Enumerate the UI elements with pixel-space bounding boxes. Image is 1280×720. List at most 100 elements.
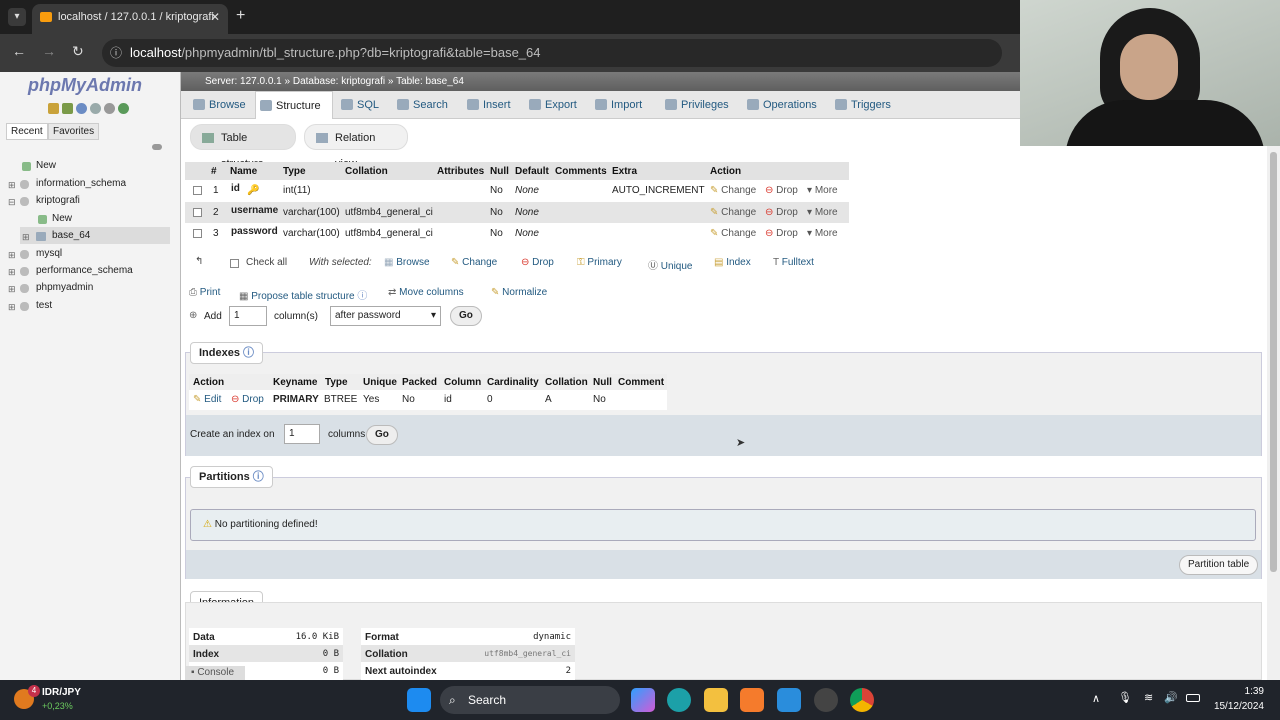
file-explorer-icon[interactable] (704, 688, 728, 712)
pma-logo[interactable]: phpMyAdmin (28, 75, 142, 96)
create-index-go-button[interactable]: Go (366, 425, 398, 445)
url-input[interactable]: ⓘ localhost/phpmyadmin/tbl_structure.php… (102, 39, 1002, 67)
drop-button[interactable]: ⊖ Drop (765, 207, 798, 218)
tree-test[interactable]: ⊞ test (8, 298, 52, 314)
page-scrollbar[interactable] (1267, 146, 1280, 680)
tree-base-64[interactable]: ⊞ base_64 (22, 228, 90, 244)
reload-icon[interactable]: ↻ (72, 43, 84, 60)
row-checkbox[interactable] (193, 229, 202, 238)
create-index-count-input[interactable]: 1 (284, 424, 320, 444)
expand-icon[interactable]: ⊞ (8, 177, 16, 193)
help-icon[interactable]: ⓘ (357, 291, 367, 302)
bulk-drop-button[interactable]: ⊖ Drop (521, 257, 554, 268)
column-name[interactable]: username (231, 205, 278, 216)
battery-icon[interactable] (1186, 694, 1200, 702)
index-edit-button[interactable]: ✎ Edit (193, 394, 221, 405)
more-dropdown[interactable]: ▾ More (807, 185, 838, 196)
tab-import[interactable]: Import (591, 91, 653, 119)
xampp-icon[interactable] (740, 688, 764, 712)
forward-icon[interactable]: → (42, 43, 56, 59)
site-info-icon[interactable]: ⓘ (110, 39, 122, 67)
check-all-label[interactable]: Check all (246, 257, 287, 268)
tab-browse[interactable]: Browse (189, 91, 255, 119)
normalize-link[interactable]: ✎ Normalize (491, 287, 547, 298)
move-columns-link[interactable]: ⇄ Move columns (388, 287, 464, 298)
tab-search[interactable]: Search (393, 91, 459, 119)
index-drop-button[interactable]: ⊖ Drop (231, 394, 264, 405)
check-all-checkbox[interactable] (230, 259, 239, 268)
console-toggle[interactable]: ▪ Console (185, 666, 245, 680)
reload-nav-icon[interactable] (118, 103, 129, 114)
partition-table-button[interactable]: Partition table (1179, 555, 1259, 575)
change-button[interactable]: ✎ Change (710, 228, 756, 239)
weather-widget[interactable]: 4 IDR/JPY +0,23% (14, 685, 134, 715)
propose-structure-link[interactable]: ▦ Propose table structure ⓘ (239, 287, 367, 302)
tab-structure[interactable]: Structure (255, 91, 333, 119)
tab-favorites[interactable]: Favorites (48, 123, 100, 140)
help-icon[interactable]: ⓘ (243, 347, 254, 359)
clock-date[interactable]: 15/12/2024 (1214, 701, 1264, 712)
tree-kriptografi-new[interactable]: New (38, 211, 72, 227)
row-checkbox[interactable] (193, 186, 202, 195)
expand-icon[interactable]: ⊞ (22, 229, 30, 245)
browser-tab[interactable]: localhost / 127.0.0.1 / kriptografi ✕ (32, 4, 228, 34)
close-tab-icon[interactable]: ✕ (210, 4, 220, 30)
tab-recent[interactable]: Recent (6, 123, 48, 140)
tab-operations[interactable]: Operations (743, 91, 827, 119)
tab-triggers[interactable]: Triggers (831, 91, 901, 119)
tree-information-schema[interactable]: ⊞ information_schema (8, 176, 126, 192)
change-button[interactable]: ✎ Change (710, 185, 756, 196)
chrome-icon[interactable] (850, 688, 874, 712)
copilot-icon[interactable] (631, 688, 655, 712)
subtab-relation-view[interactable]: Relation view (304, 124, 408, 170)
home-icon[interactable] (48, 103, 59, 114)
tree-phpmyadmin[interactable]: ⊞ phpmyadmin (8, 280, 93, 296)
subtab-table-structure[interactable]: Table structure (190, 124, 296, 170)
help-icon[interactable]: ⓘ (253, 471, 264, 483)
more-dropdown[interactable]: ▾ More (807, 228, 838, 239)
tab-sql[interactable]: SQL (337, 91, 389, 119)
collapse-link-icon[interactable] (152, 144, 162, 150)
wifi-icon[interactable]: ≋ (1144, 691, 1153, 704)
column-position-select[interactable]: after password ▾ (330, 306, 441, 326)
vscode-icon[interactable] (777, 688, 801, 712)
print-link[interactable]: ⎙ Print (189, 287, 220, 298)
tray-chevron-icon[interactable]: ∧ (1092, 692, 1100, 705)
edge-icon[interactable] (667, 688, 691, 712)
expand-icon[interactable]: ⊞ (8, 264, 16, 280)
more-dropdown[interactable]: ▾ More (807, 207, 838, 218)
expand-icon[interactable]: ⊞ (8, 281, 16, 297)
browser-app-icon[interactable] (814, 688, 838, 712)
breadcrumb-server[interactable]: Server: 127.0.0.1 (205, 76, 282, 87)
drop-button[interactable]: ⊖ Drop (765, 228, 798, 239)
start-icon[interactable] (407, 688, 431, 712)
tab-export[interactable]: Export (525, 91, 587, 119)
tree-new[interactable]: New (22, 158, 56, 174)
tab-insert[interactable]: Insert (463, 91, 521, 119)
microphone-icon[interactable]: 🎙 (1118, 691, 1132, 704)
collapse-icon[interactable]: ⊟ (8, 194, 16, 210)
bulk-index-button[interactable]: ▤ Index (714, 257, 751, 268)
volume-icon[interactable]: 🔊 (1164, 691, 1178, 704)
back-icon[interactable]: ← (12, 43, 26, 59)
scrollbar-thumb[interactable] (1270, 152, 1277, 572)
clock-time[interactable]: 1:39 (1245, 686, 1264, 697)
bulk-fulltext-button[interactable]: T Fulltext (773, 257, 814, 268)
taskbar-search[interactable]: ⌕ Search (440, 686, 620, 714)
breadcrumb-database[interactable]: Database: kriptografi (293, 76, 385, 87)
add-column-go-button[interactable]: Go (450, 306, 482, 326)
expand-icon[interactable]: ⊞ (8, 247, 16, 263)
bulk-primary-button[interactable]: ⚿ Primary (577, 257, 622, 268)
tree-performance-schema[interactable]: ⊞ performance_schema (8, 263, 133, 279)
tab-menu-icon[interactable]: ▾ (8, 8, 26, 26)
column-name[interactable]: password (231, 226, 278, 237)
docs-icon[interactable] (90, 103, 101, 114)
bulk-change-button[interactable]: ✎ Change (451, 257, 497, 268)
expand-icon[interactable]: ⊞ (8, 299, 16, 315)
tree-mysql[interactable]: ⊞ mysql (8, 246, 62, 262)
add-column-count-input[interactable]: 1 (229, 306, 267, 326)
drop-button[interactable]: ⊖ Drop (765, 185, 798, 196)
bulk-browse-button[interactable]: ▦ Browse (384, 257, 430, 268)
breadcrumb-table[interactable]: Table: base_64 (396, 76, 464, 87)
new-tab-icon[interactable]: + (236, 7, 245, 25)
